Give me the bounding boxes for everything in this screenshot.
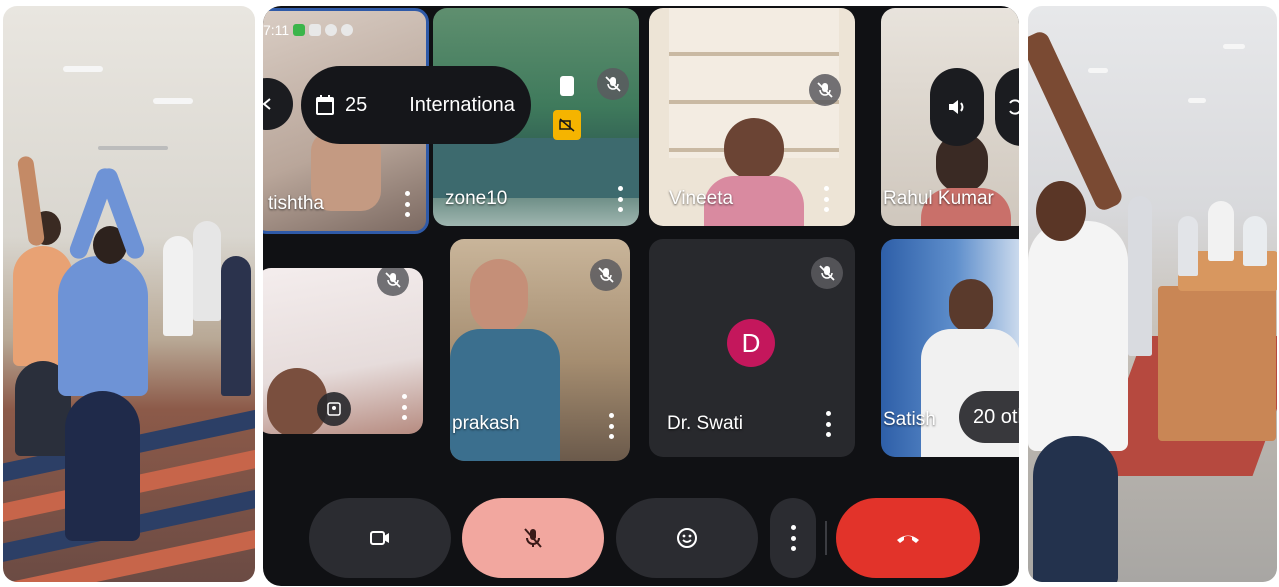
video-call-screen: tishtha 7:11 zone10 25 Internationa Vine… <box>263 6 1019 586</box>
ceiling-light <box>63 66 103 72</box>
participant-figure <box>1028 221 1128 451</box>
others-count-badge[interactable]: 20 oth <box>959 391 1019 443</box>
camera-off-badge <box>553 76 581 146</box>
status-bar: 7:11 <box>263 22 354 38</box>
ceiling-fan <box>98 146 168 150</box>
participant-name: Vineeta <box>669 188 734 209</box>
wooden-desk <box>1158 286 1276 441</box>
mic-off-icon <box>811 257 843 289</box>
participant-tile[interactable] <box>263 268 423 434</box>
mic-off-icon <box>809 74 841 106</box>
participant-tile[interactable]: D Dr. Swati <box>649 239 855 457</box>
reactions-button[interactable] <box>616 498 758 578</box>
controls-divider <box>825 521 827 555</box>
add-person-icon[interactable] <box>317 392 351 426</box>
mic-off-icon <box>597 68 629 100</box>
facebook-icon <box>325 24 338 36</box>
camera-icon <box>370 531 389 545</box>
person-head <box>949 279 993 333</box>
ceiling-light <box>1088 68 1108 73</box>
more-options-icon[interactable] <box>825 411 831 437</box>
facebook-icon <box>341 24 354 36</box>
more-icon <box>790 525 796 551</box>
person-body <box>450 329 560 461</box>
participant-figure <box>1128 196 1152 356</box>
participant-figure <box>193 221 221 321</box>
participant-figure <box>221 256 251 396</box>
meeting-date-text: 25 <box>345 93 368 116</box>
participant-figure <box>1208 201 1234 261</box>
calendar-icon <box>316 95 334 115</box>
participant-name: Rahul Kumar <box>883 188 994 209</box>
right-yoga-photo <box>1028 6 1277 582</box>
camera-button[interactable] <box>309 498 451 578</box>
participant-tile[interactable]: Vineeta <box>649 8 855 226</box>
person-head <box>724 118 784 180</box>
participant-tile[interactable]: prakash <box>450 239 630 461</box>
participant-figure <box>65 391 140 541</box>
participant-name: prakash <box>452 413 520 434</box>
mic-off-icon <box>590 259 622 291</box>
notification-icon <box>309 24 322 36</box>
status-time: 7:11 <box>263 22 290 38</box>
participant-figure <box>163 236 193 336</box>
ceiling-light <box>1223 44 1245 49</box>
participant-figure <box>1033 436 1118 582</box>
participant-figure <box>1243 216 1267 266</box>
participant-head <box>1036 181 1086 241</box>
ceiling-light <box>153 98 193 104</box>
mic-off-icon <box>377 268 409 296</box>
speaker-icon <box>949 100 964 114</box>
participant-name: Dr. Swati <box>667 413 744 434</box>
speaker-button[interactable] <box>930 68 984 146</box>
emoji-icon <box>677 528 697 548</box>
mic-toggle-button[interactable] <box>462 498 604 578</box>
meeting-date-pill[interactable]: 25 Internationa <box>301 66 531 144</box>
person-head <box>470 259 528 333</box>
participant-figure <box>58 256 148 396</box>
more-options-icon[interactable] <box>823 186 829 212</box>
notification-icon <box>293 24 306 36</box>
participant-name: zone10 <box>445 188 508 209</box>
participant-name: Satish <box>883 409 936 430</box>
participant-figure <box>1178 216 1198 276</box>
more-options-icon[interactable] <box>404 191 410 217</box>
left-yoga-photo <box>3 6 255 582</box>
more-options-icon[interactable] <box>608 413 614 439</box>
raised-arm <box>16 155 46 247</box>
participant-name: tishtha <box>268 193 324 214</box>
switch-camera-icon <box>1009 99 1019 115</box>
ceiling-light <box>1188 98 1206 103</box>
flashlight-icon <box>560 76 574 96</box>
participant-tile[interactable]: Satish 20 oth <box>881 239 1019 457</box>
participant-avatar: D <box>727 319 775 367</box>
more-controls-button[interactable] <box>770 498 816 578</box>
back-arrow-icon <box>263 98 271 110</box>
meeting-title: Internationa <box>409 93 515 116</box>
video-off-icon <box>553 110 581 140</box>
hang-up-icon <box>897 535 919 543</box>
more-options-icon[interactable] <box>617 186 623 212</box>
more-options-icon[interactable] <box>401 394 407 420</box>
raised-arm <box>1028 28 1125 214</box>
mic-off-icon <box>524 528 542 548</box>
end-call-button[interactable] <box>836 498 980 578</box>
